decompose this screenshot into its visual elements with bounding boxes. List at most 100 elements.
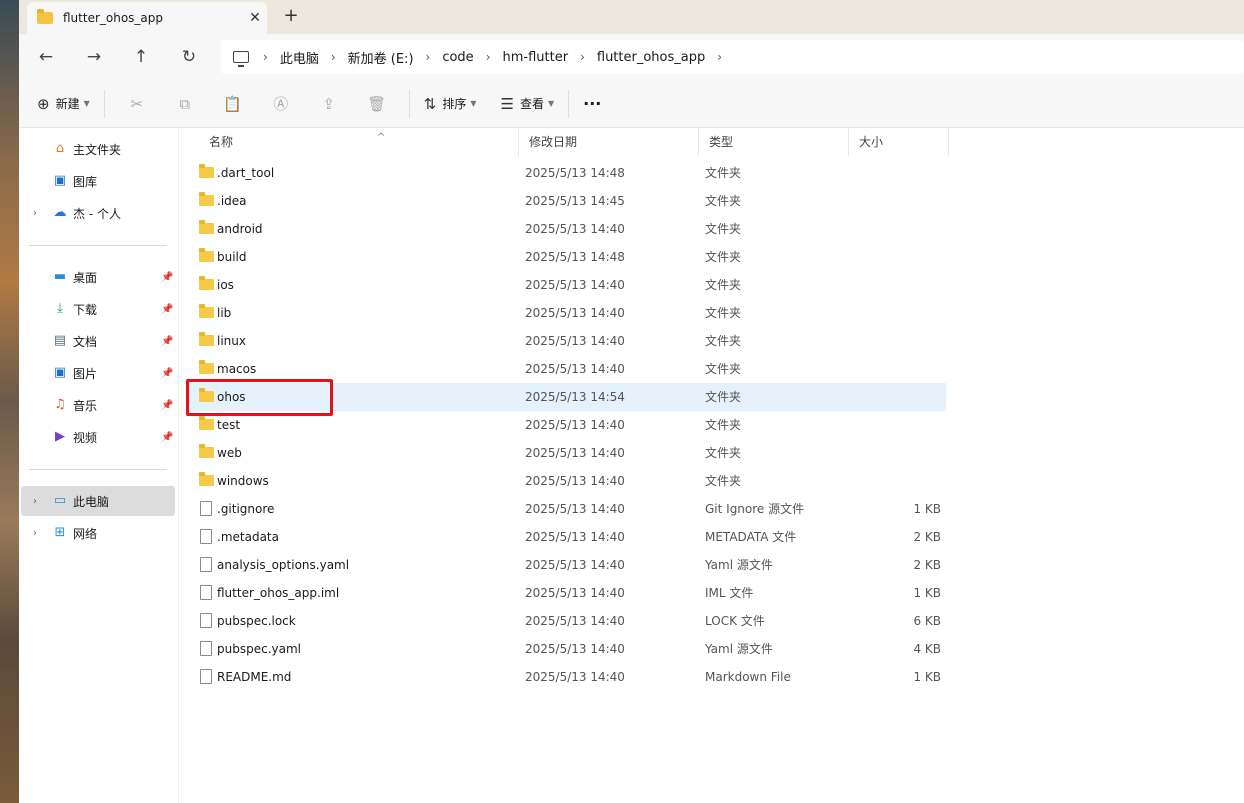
file-row[interactable]: pubspec.lock 2025/5/13 14:40 LOCK 文件 6 KB	[187, 607, 946, 635]
file-size-cell: 2 KB	[913, 558, 941, 572]
close-tab-icon[interactable]: ✕	[243, 10, 267, 26]
file-type-cell: 文件夹	[705, 194, 742, 208]
sidebar-item-videos[interactable]: ▶ 视频 📌	[19, 422, 177, 452]
share-icon[interactable]: ⇪	[305, 95, 353, 113]
column-header-type[interactable]: 类型	[699, 128, 849, 156]
view-label: 查看	[519, 97, 544, 111]
copy-icon[interactable]: ⧉	[161, 95, 209, 113]
download-icon: ⤓	[57, 301, 63, 316]
file-type-cell: LOCK 文件	[705, 614, 765, 628]
cut-icon[interactable]: ✂	[113, 95, 161, 113]
address-bar[interactable]: › 此电脑 › 新加卷 (E:) › code › hm-flutter › f…	[221, 40, 1244, 74]
folder-icon	[199, 444, 214, 458]
folder-icon	[199, 416, 214, 430]
network-icon: ⊞	[54, 525, 66, 540]
column-header-size[interactable]: 大小	[849, 128, 949, 156]
file-name-cell: macos	[217, 362, 257, 376]
breadcrumb-separator[interactable]: ›	[325, 50, 342, 64]
breadcrumb-separator[interactable]: ›	[480, 50, 497, 64]
up-button[interactable]: ↑	[126, 42, 156, 72]
file-type-cell: 文件夹	[705, 222, 742, 236]
sidebar-item-onedrive[interactable]: › ☁ 杰 - 个人	[19, 198, 177, 228]
expand-chevron-icon[interactable]: ›	[33, 208, 37, 219]
back-button[interactable]: ←	[31, 42, 61, 72]
file-row[interactable]: lib 2025/5/13 14:40 文件夹	[187, 299, 946, 327]
column-header-date[interactable]: 修改日期	[519, 128, 699, 156]
breadcrumb-hm-flutter[interactable]: hm-flutter	[497, 50, 575, 65]
tab-flutter-ohos-app[interactable]: flutter_ohos_app ✕	[27, 2, 267, 34]
column-header-name[interactable]: 名称 ^	[199, 128, 519, 156]
breadcrumb-code[interactable]: code	[436, 50, 479, 65]
file-type-cell: Git Ignore 源文件	[705, 502, 805, 516]
folder-icon	[199, 164, 214, 178]
desktop-background	[0, 0, 19, 803]
sort-button[interactable]: ⇅ 排序 ▼	[418, 88, 483, 120]
breadcrumb-separator[interactable]: ›	[257, 50, 274, 64]
pictures-icon: ▣	[53, 365, 67, 380]
file-type-cell: METADATA 文件	[705, 530, 797, 544]
sidebar-item-label: 主文件夹	[73, 142, 122, 157]
file-date-cell: 2025/5/13 14:40	[525, 362, 625, 376]
breadcrumb-separator[interactable]: ›	[711, 50, 728, 64]
music-icon: ♫	[54, 397, 66, 412]
refresh-button[interactable]: ↻	[174, 42, 204, 72]
delete-icon[interactable]: 🗑	[353, 95, 401, 113]
breadcrumb-this-pc[interactable]: 此电脑	[274, 48, 325, 67]
new-tab-button[interactable]: +	[279, 4, 303, 28]
file-row[interactable]: build 2025/5/13 14:48 文件夹	[187, 243, 946, 271]
file-row[interactable]: .gitignore 2025/5/13 14:40 Git Ignore 源文件 1…	[187, 495, 946, 523]
sidebar-item-label: 视频	[73, 430, 98, 445]
expand-chevron-icon[interactable]: ›	[33, 496, 37, 507]
breadcrumb-drive-e[interactable]: 新加卷 (E:)	[342, 48, 420, 67]
file-row[interactable]: .metadata 2025/5/13 14:40 METADATA 文件 2 KB	[187, 523, 946, 551]
sidebar-item-network[interactable]: › ⊞ 网络	[19, 518, 177, 548]
file-name-cell: windows	[217, 474, 269, 488]
file-explorer-window: flutter_ohos_app ✕ + ← → ↑ ↻ › 此电脑 › 新加卷…	[19, 0, 1244, 803]
file-date-cell: 2025/5/13 14:48	[525, 250, 625, 264]
file-row[interactable]: linux 2025/5/13 14:40 文件夹	[187, 327, 946, 355]
sidebar-item-pictures[interactable]: ▣ 图片 📌	[19, 358, 177, 388]
sidebar-item-home[interactable]: ⌂ 主文件夹	[19, 134, 177, 164]
new-button[interactable]: ⊕ 新建 ▼	[31, 88, 96, 120]
folder-icon	[199, 192, 214, 206]
file-row[interactable]: web 2025/5/13 14:40 文件夹	[187, 439, 946, 467]
file-row[interactable]: README.md 2025/5/13 14:40 Markdown File 1 K…	[187, 663, 946, 691]
breadcrumb-flutter-ohos-app[interactable]: flutter_ohos_app	[591, 50, 711, 65]
file-name-cell: pubspec.yaml	[217, 642, 301, 656]
sidebar-item-music[interactable]: ♫ 音乐 📌	[19, 390, 177, 420]
breadcrumb-separator[interactable]: ›	[574, 50, 591, 64]
file-date-cell: 2025/5/13 14:40	[525, 306, 625, 320]
sidebar-item-this-pc[interactable]: › ▭ 此电脑	[21, 486, 175, 516]
file-date-cell: 2025/5/13 14:40	[525, 446, 625, 460]
file-row[interactable]: windows 2025/5/13 14:40 文件夹	[187, 467, 946, 495]
file-row[interactable]: macos 2025/5/13 14:40 文件夹	[187, 355, 946, 383]
file-name-cell: README.md	[217, 670, 292, 684]
file-icon	[200, 585, 212, 600]
paste-icon[interactable]: 📋	[209, 95, 257, 113]
file-row[interactable]: .dart_tool 2025/5/13 14:48 文件夹	[187, 159, 946, 187]
folder-icon	[199, 220, 214, 234]
folder-icon	[199, 388, 214, 402]
rename-icon[interactable]: Ⓐ	[257, 93, 305, 114]
file-date-cell: 2025/5/13 14:40	[525, 530, 625, 544]
breadcrumb-separator[interactable]: ›	[420, 50, 437, 64]
file-row[interactable]: ios 2025/5/13 14:40 文件夹	[187, 271, 946, 299]
folder-icon	[37, 9, 53, 24]
sidebar-item-gallery[interactable]: ▣ 图库	[19, 166, 177, 196]
view-button[interactable]: ☰ 查看 ▼	[495, 88, 561, 120]
file-icon	[200, 501, 212, 516]
sidebar-item-desktop[interactable]: ▬ 桌面 📌	[19, 262, 177, 292]
file-row[interactable]: ohos 2025/5/13 14:54 文件夹	[187, 383, 946, 411]
file-type-cell: 文件夹	[705, 278, 742, 292]
file-row[interactable]: android 2025/5/13 14:40 文件夹	[187, 215, 946, 243]
more-options-button[interactable]: ···	[577, 88, 607, 120]
file-row[interactable]: .idea 2025/5/13 14:45 文件夹	[187, 187, 946, 215]
forward-button[interactable]: →	[79, 42, 109, 72]
file-row[interactable]: test 2025/5/13 14:40 文件夹	[187, 411, 946, 439]
file-row[interactable]: analysis_options.yaml 2025/5/13 14:40 Yaml…	[187, 551, 946, 579]
expand-chevron-icon[interactable]: ›	[33, 528, 37, 539]
sidebar-item-downloads[interactable]: ⤓ 下载 📌	[19, 294, 177, 324]
file-row[interactable]: pubspec.yaml 2025/5/13 14:40 Yaml 源文件 4 KB	[187, 635, 946, 663]
file-row[interactable]: flutter_ohos_app.iml 2025/5/13 14:40 IML 文…	[187, 579, 946, 607]
sidebar-item-documents[interactable]: ▤ 文档 📌	[19, 326, 177, 356]
